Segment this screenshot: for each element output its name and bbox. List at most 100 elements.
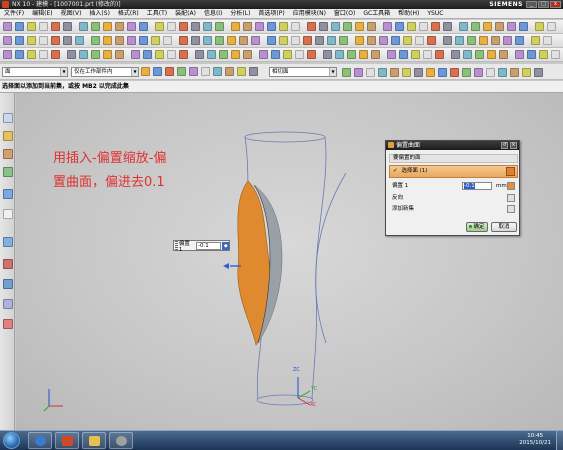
reverse-direction-icon[interactable] <box>507 194 515 202</box>
toolbar-tool-icon[interactable] <box>39 50 48 59</box>
snap-point-icon[interactable] <box>438 68 447 77</box>
snap-point-icon[interactable] <box>342 68 351 77</box>
spin-menu-icon[interactable]: ◆ <box>222 241 230 250</box>
toolbar-tool-icon[interactable] <box>303 36 312 45</box>
toolbar-tool-icon[interactable] <box>51 36 60 45</box>
toolbar-tool-icon[interactable] <box>519 22 528 31</box>
minimize-button[interactable]: _ <box>526 1 537 8</box>
toolbar-tool-icon[interactable] <box>483 22 492 31</box>
show-desktop-button[interactable] <box>556 431 563 450</box>
process-studio-icon[interactable] <box>3 237 13 247</box>
toolbar-tool-icon[interactable] <box>27 50 36 59</box>
toolbar-tool-icon[interactable] <box>343 22 352 31</box>
snap-point-icon[interactable] <box>474 68 483 77</box>
toolbar-tool-icon[interactable] <box>15 22 24 31</box>
toolbar-tool-icon[interactable] <box>539 50 548 59</box>
toolbar-tool-icon[interactable] <box>63 36 72 45</box>
toolbar-tool-icon[interactable] <box>79 50 88 59</box>
ok-button[interactable]: 确定 <box>466 222 488 232</box>
selection-filter-icon[interactable] <box>249 67 258 76</box>
toolbar-tool-icon[interactable] <box>467 36 476 45</box>
toolbar-tool-icon[interactable] <box>451 50 460 59</box>
toolbar-tool-icon[interactable] <box>163 36 172 45</box>
toolbar-tool-icon[interactable] <box>515 36 524 45</box>
menu-tools[interactable]: 工具(T) <box>147 9 167 19</box>
snap-point-icon[interactable] <box>522 68 531 77</box>
selection-filter-icon[interactable] <box>213 67 222 76</box>
toolbar-tool-icon[interactable] <box>15 50 24 59</box>
snap-point-icon[interactable] <box>486 68 495 77</box>
toolbar-tool-icon[interactable] <box>63 22 72 31</box>
toolbar-tool-icon[interactable] <box>347 50 356 59</box>
toolbar-tool-icon[interactable] <box>531 36 540 45</box>
snap-point-icon[interactable] <box>366 68 375 77</box>
toolbar-tool-icon[interactable] <box>39 36 48 45</box>
taskbar-app-sogou[interactable] <box>28 432 52 449</box>
toolbar-tool-icon[interactable] <box>219 50 228 59</box>
start-button[interactable] <box>3 432 20 449</box>
menu-help[interactable]: 帮助(H) <box>398 9 419 19</box>
selection-filter-icon[interactable] <box>189 67 198 76</box>
toolbar-tool-icon[interactable] <box>231 50 240 59</box>
toolbar-tool-icon[interactable] <box>495 22 504 31</box>
toolbar-tool-icon[interactable] <box>179 36 188 45</box>
toolbar-tool-icon[interactable] <box>335 50 344 59</box>
toolbar-tool-icon[interactable] <box>355 22 364 31</box>
menu-application[interactable]: 应用模块(N) <box>293 9 326 19</box>
toolbar-tool-icon[interactable] <box>3 22 12 31</box>
selection-filter-icon[interactable] <box>237 67 246 76</box>
toolbar-tool-icon[interactable] <box>39 22 48 31</box>
snap-point-icon[interactable] <box>510 68 519 77</box>
select-face-row[interactable]: ✔ 选择面 (1) <box>389 165 518 178</box>
menu-information[interactable]: 信息(I) <box>204 9 222 19</box>
toolbar-tool-icon[interactable] <box>535 22 544 31</box>
faces-section-header[interactable]: 要偏置的面 <box>389 154 518 163</box>
toolbar-tool-icon[interactable] <box>167 22 176 31</box>
toolbar-tool-icon[interactable] <box>127 22 136 31</box>
toolbar-tool-icon[interactable] <box>331 22 340 31</box>
selection-filter-icon[interactable] <box>141 67 150 76</box>
toolbar-tool-icon[interactable] <box>115 36 124 45</box>
toolbar-tool-icon[interactable] <box>51 22 60 31</box>
toolbar-tool-icon[interactable] <box>75 36 84 45</box>
toolbar-tool-icon[interactable] <box>399 50 408 59</box>
menu-ysuc[interactable]: YSUC <box>427 9 443 19</box>
toolbar-tool-icon[interactable] <box>151 36 160 45</box>
toolbar-tool-icon[interactable] <box>419 22 428 31</box>
toolbar-tool-icon[interactable] <box>455 36 464 45</box>
toolbar-tool-icon[interactable] <box>207 50 216 59</box>
reuse-library-icon[interactable] <box>3 167 13 177</box>
toolbar-tool-icon[interactable] <box>91 36 100 45</box>
toolbar-tool-icon[interactable] <box>279 22 288 31</box>
toolbar-tool-icon[interactable] <box>103 36 112 45</box>
toolbar-tool-icon[interactable] <box>367 22 376 31</box>
hd3d-tools-icon[interactable] <box>3 319 13 329</box>
system-materials-icon[interactable] <box>3 279 13 289</box>
toolbar-tool-icon[interactable] <box>103 50 112 59</box>
snap-point-icon[interactable] <box>534 68 543 77</box>
taskbar-app-media[interactable] <box>109 432 133 449</box>
snap-point-icon[interactable] <box>450 68 459 77</box>
toolbar-tool-icon[interactable] <box>243 22 252 31</box>
toolbar-tool-icon[interactable] <box>243 50 252 59</box>
toolbar-tool-icon[interactable] <box>403 36 412 45</box>
toolbar-tool-icon[interactable] <box>443 36 452 45</box>
toolbar-tool-icon[interactable] <box>443 22 452 31</box>
toolbar-tool-icon[interactable] <box>255 22 264 31</box>
toolbar-tool-icon[interactable] <box>139 36 148 45</box>
offset-float-field[interactable]: -0.1 <box>196 241 222 250</box>
toolbar-tool-icon[interactable] <box>307 22 316 31</box>
toolbar-tool-icon[interactable] <box>155 50 164 59</box>
menu-assembly[interactable]: 装配(A) <box>175 9 196 19</box>
toolbar-tool-icon[interactable] <box>315 36 324 45</box>
assembly-navigator-icon[interactable] <box>3 113 13 123</box>
toolbar-tool-icon[interactable] <box>51 50 60 59</box>
dialog-close-icon[interactable]: × <box>510 142 517 149</box>
scope-combo[interactable]: 仅在工作部件内 ▼ <box>71 67 139 77</box>
reset-icon[interactable]: ↺ <box>501 142 508 149</box>
snap-point-icon[interactable] <box>390 68 399 77</box>
menu-window[interactable]: 窗口(O) <box>334 9 355 19</box>
toolbar-tool-icon[interactable] <box>387 50 396 59</box>
toolbar-tool-icon[interactable] <box>491 36 500 45</box>
toolbar-tool-icon[interactable] <box>267 22 276 31</box>
